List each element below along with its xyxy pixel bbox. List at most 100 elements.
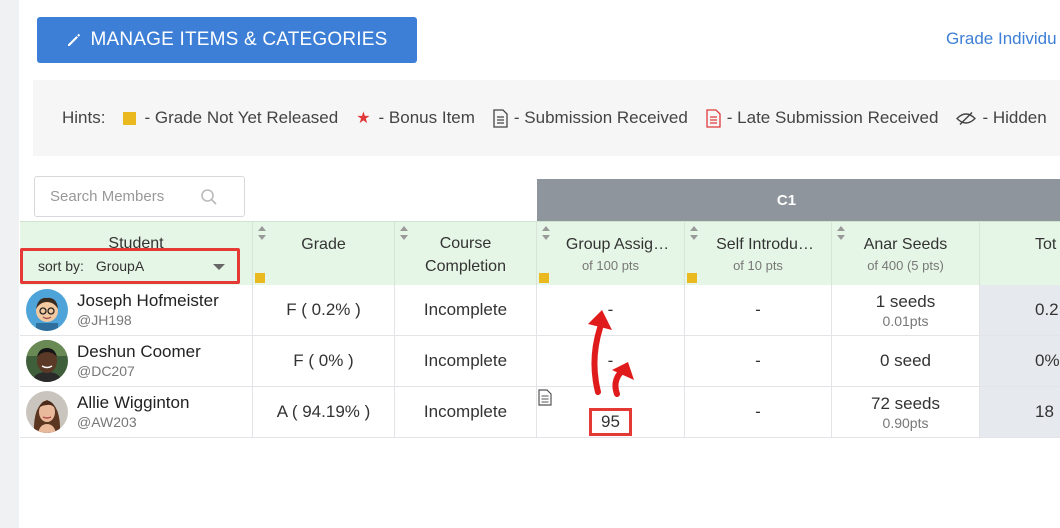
- self-intro-value: -: [755, 300, 761, 319]
- sort-by-dropdown[interactable]: sort by: GroupA: [20, 248, 240, 284]
- hint-bonus: ★ - Bonus Item: [356, 108, 475, 128]
- hints-bar: Hints: - Grade Not Yet Released ★ - Bonu…: [33, 80, 1060, 156]
- completion-cell: Incomplete: [395, 285, 537, 335]
- document-icon: [493, 108, 508, 128]
- self-intro-cell[interactable]: -: [685, 285, 832, 335]
- student-name[interactable]: Allie Wigginton: [77, 393, 189, 413]
- avatar: [26, 289, 68, 331]
- manage-items-label: MANAGE ITEMS & CATEGORIES: [90, 29, 388, 50]
- self-intro-header-label: Self Introdu…: [716, 236, 814, 253]
- anar-seeds-points: of 400 (5 pts): [867, 258, 944, 273]
- course-completion-column-header[interactable]: Course Completion: [395, 222, 537, 286]
- search-icon[interactable]: [200, 188, 218, 206]
- student-handle: @JH198: [77, 312, 132, 328]
- group-assignment-header-label: Group Assig…: [565, 236, 670, 253]
- total-column-header[interactable]: Tot: [980, 222, 1060, 286]
- sort-arrows-icon[interactable]: [836, 225, 846, 241]
- grade-header-label: Grade: [301, 236, 346, 253]
- sort-arrows-icon[interactable]: [541, 225, 551, 241]
- student-cell[interactable]: Allie Wigginton @AW203: [20, 387, 253, 437]
- student-handle: @DC207: [77, 363, 135, 379]
- grade-cell[interactable]: A ( 94.19% ): [253, 387, 395, 437]
- group-assignment-points: of 100 pts: [581, 258, 640, 273]
- completion-value: Incomplete: [423, 351, 508, 370]
- anar-seeds-header-label: Anar Seeds: [863, 236, 948, 253]
- search-members-input[interactable]: Search Members: [34, 176, 245, 217]
- student-cell[interactable]: Deshun Coomer @DC207: [20, 336, 253, 386]
- self-intro-value: -: [755, 402, 761, 421]
- completion-value: Incomplete: [423, 300, 508, 319]
- hint-hidden: - Hidden: [956, 108, 1047, 128]
- grade-value: A ( 94.19% ): [276, 402, 371, 421]
- hint-text: - Hidden: [982, 108, 1047, 127]
- sort-arrows-icon[interactable]: [399, 225, 409, 241]
- category-group-label: C1: [776, 191, 797, 209]
- student-name[interactable]: Joseph Hofmeister: [77, 291, 219, 311]
- anar-seeds-column-header[interactable]: Anar Seeds of 400 (5 pts): [832, 222, 980, 286]
- group-assignment-value: -: [607, 351, 614, 370]
- student-name[interactable]: Deshun Coomer: [77, 342, 201, 362]
- hint-text: - Bonus Item: [378, 108, 475, 127]
- self-intro-points: of 10 pts: [733, 258, 783, 273]
- grade-individual-link[interactable]: Grade Individu: [946, 29, 1057, 49]
- student-handle: @AW203: [77, 414, 137, 430]
- grade-column-header[interactable]: Grade: [253, 222, 395, 286]
- sort-by-value: GroupA: [95, 258, 145, 274]
- hint-text: - Grade Not Yet Released: [144, 108, 339, 127]
- yellow-square-icon: [123, 111, 137, 125]
- self-intro-value: -: [755, 351, 761, 370]
- hidden-eye-icon: [956, 111, 977, 125]
- group-assignment-value: -: [607, 300, 614, 319]
- hints-label: Hints:: [62, 108, 106, 127]
- manage-items-button[interactable]: MANAGE ITEMS & CATEGORIES: [37, 17, 417, 63]
- table-row: Deshun Coomer @DC207 F ( 0% ) Incomplete…: [20, 336, 1060, 387]
- red-star-icon: ★: [356, 110, 371, 127]
- seeds-points: 0.01pts: [882, 312, 929, 329]
- document-icon[interactable]: [538, 389, 552, 406]
- table-row: Joseph Hofmeister @JH198 F ( 0.2% ) Inco…: [20, 285, 1060, 336]
- yellow-square-icon: [539, 273, 549, 283]
- completion-cell: Incomplete: [395, 387, 537, 437]
- anar-seeds-cell[interactable]: 1 seeds 0.01pts: [832, 285, 980, 335]
- hint-submission: - Submission Received: [493, 108, 688, 128]
- anar-seeds-cell[interactable]: 72 seeds 0.90pts: [832, 387, 980, 437]
- yellow-square-icon: [255, 273, 265, 283]
- grade-cell[interactable]: F ( 0% ): [253, 336, 395, 386]
- course-completion-header-label: Course Completion: [425, 235, 506, 275]
- self-intro-cell[interactable]: -: [685, 336, 832, 386]
- hint-not-released: - Grade Not Yet Released: [123, 108, 338, 128]
- self-intro-cell[interactable]: -: [685, 387, 832, 437]
- student-cell[interactable]: Joseph Hofmeister @JH198: [20, 285, 253, 335]
- hint-text: - Late Submission Received: [726, 108, 939, 127]
- anar-seeds-cell[interactable]: 0 seed: [832, 336, 980, 386]
- seeds-value: 0 seed: [879, 351, 932, 370]
- total-value: 0.2: [1035, 300, 1059, 319]
- avatar: [26, 391, 68, 433]
- student-column-header: Student sort by: GroupA: [20, 222, 253, 286]
- grade-value: F ( 0.2% ): [286, 300, 361, 319]
- total-value: 0%: [1035, 351, 1060, 370]
- total-value: 18: [1035, 402, 1054, 421]
- seeds-value: 1 seeds: [875, 291, 936, 311]
- red-document-icon: [706, 108, 721, 128]
- group-assignment-cell[interactable]: -: [537, 285, 685, 335]
- search-placeholder: Search Members: [50, 188, 165, 205]
- completion-value: Incomplete: [423, 402, 508, 421]
- total-cell: 0%: [980, 336, 1060, 386]
- total-header-label: Tot: [1035, 236, 1057, 253]
- seeds-value: 72 seeds: [871, 393, 940, 413]
- sort-arrows-icon[interactable]: [689, 225, 699, 241]
- grade-cell[interactable]: F ( 0.2% ): [253, 285, 395, 335]
- chevron-down-icon: [213, 264, 225, 270]
- hint-text: - Submission Received: [513, 108, 688, 127]
- group-assignment-cell[interactable]: -: [537, 336, 685, 386]
- sort-by-label: sort by:: [38, 258, 84, 274]
- group-assignment-value[interactable]: 95: [589, 408, 632, 436]
- total-cell: 18: [980, 387, 1060, 437]
- group-assignment-column-header[interactable]: Group Assig… of 100 pts: [537, 222, 685, 286]
- completion-cell: Incomplete: [395, 336, 537, 386]
- total-cell: 0.2: [980, 285, 1060, 335]
- group-assignment-cell[interactable]: 95: [537, 387, 685, 437]
- sort-arrows-icon[interactable]: [257, 225, 267, 241]
- self-intro-column-header[interactable]: Self Introdu… of 10 pts: [685, 222, 832, 286]
